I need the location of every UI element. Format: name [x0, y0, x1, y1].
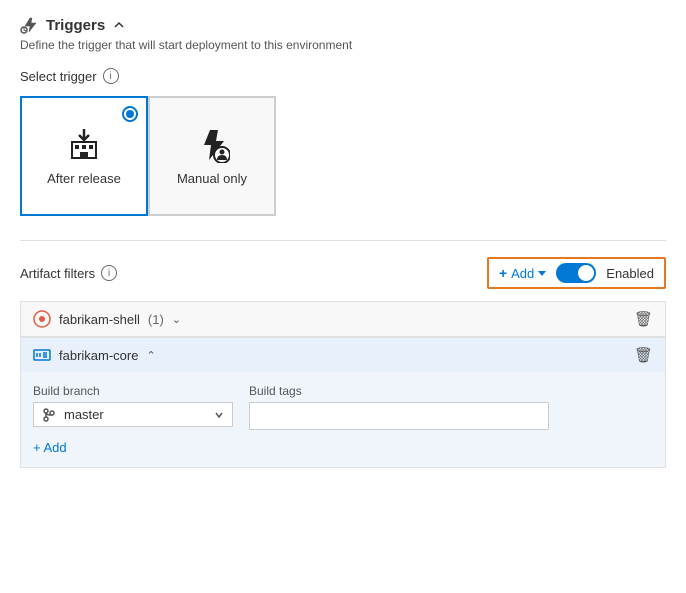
- artifact-row-shell-left: fabrikam-shell (1) ⌄: [33, 310, 181, 328]
- trigger-label-text: Select trigger: [20, 69, 97, 84]
- delete-shell-button[interactable]: 🗑: [634, 310, 653, 328]
- add-small-label: + Add: [33, 440, 67, 455]
- add-artifact-button[interactable]: + Add: [499, 265, 546, 281]
- add-chevron-icon: [538, 271, 546, 276]
- artifact-row-shell: fabrikam-shell (1) ⌄ 🗑: [20, 301, 666, 337]
- trigger-label: Select trigger i: [20, 68, 666, 84]
- section-divider: [20, 240, 666, 241]
- trigger-options: After release Manual only: [20, 96, 666, 216]
- artifact-row-core-left: fabrikam-core ⌃: [33, 346, 156, 364]
- branch-git-icon: [42, 408, 56, 422]
- build-icon: [33, 346, 51, 364]
- branch-field-group: Build branch master: [33, 384, 233, 430]
- tags-input[interactable]: [249, 402, 549, 430]
- artifact-shell-count: (1): [148, 312, 164, 327]
- delete-core-button[interactable]: 🗑: [634, 346, 653, 364]
- branch-label: Build branch: [33, 384, 233, 398]
- artifact-core-chevron[interactable]: ⌃: [146, 349, 155, 362]
- after-release-radio: [122, 106, 138, 122]
- add-small-button[interactable]: + Add: [33, 440, 67, 455]
- manual-only-label: Manual only: [177, 171, 247, 186]
- build-fields: Build branch master: [33, 384, 653, 430]
- collapse-icon[interactable]: [113, 19, 125, 31]
- enabled-label: Enabled: [606, 266, 654, 281]
- artifact-core-name: fabrikam-core: [59, 348, 138, 363]
- artifact-controls: + Add Enabled: [487, 257, 666, 289]
- artifact-row-core: fabrikam-core ⌃ 🗑: [20, 337, 666, 372]
- dropdown-chevron-icon: [214, 410, 224, 420]
- section-subtitle: Define the trigger that will start deplo…: [20, 38, 666, 52]
- after-release-label: After release: [47, 171, 121, 186]
- artifact-shell-name: fabrikam-shell: [59, 312, 140, 327]
- trigger-info-icon[interactable]: i: [103, 68, 119, 84]
- expanded-artifact-content: Build branch master: [20, 372, 666, 468]
- add-button-label: Add: [511, 266, 534, 281]
- artifact-shell-chevron[interactable]: ⌄: [172, 313, 181, 326]
- triggers-icon: [20, 16, 38, 34]
- artifact-filters-title: Artifact filters: [20, 266, 95, 281]
- after-release-icon: [66, 127, 102, 163]
- triggers-header: Triggers: [20, 16, 666, 34]
- manual-only-icon: [194, 127, 230, 163]
- branch-value: master: [64, 407, 206, 422]
- toggle-slider: [556, 263, 596, 283]
- section-title: Triggers: [46, 17, 105, 34]
- plus-icon: +: [499, 265, 507, 281]
- artifact-info-icon[interactable]: i: [101, 265, 117, 281]
- tags-label: Build tags: [249, 384, 549, 398]
- artifact-filters-header: Artifact filters i + Add Enabled: [20, 257, 666, 289]
- branch-dropdown[interactable]: master: [33, 402, 233, 427]
- enabled-toggle[interactable]: [556, 263, 596, 283]
- tags-field-group: Build tags: [249, 384, 549, 430]
- after-release-card[interactable]: After release: [20, 96, 148, 216]
- git-icon: [33, 310, 51, 328]
- main-container: Triggers Define the trigger that will st…: [0, 0, 686, 484]
- manual-only-card[interactable]: Manual only: [148, 96, 276, 216]
- artifact-title-group: Artifact filters i: [20, 265, 117, 281]
